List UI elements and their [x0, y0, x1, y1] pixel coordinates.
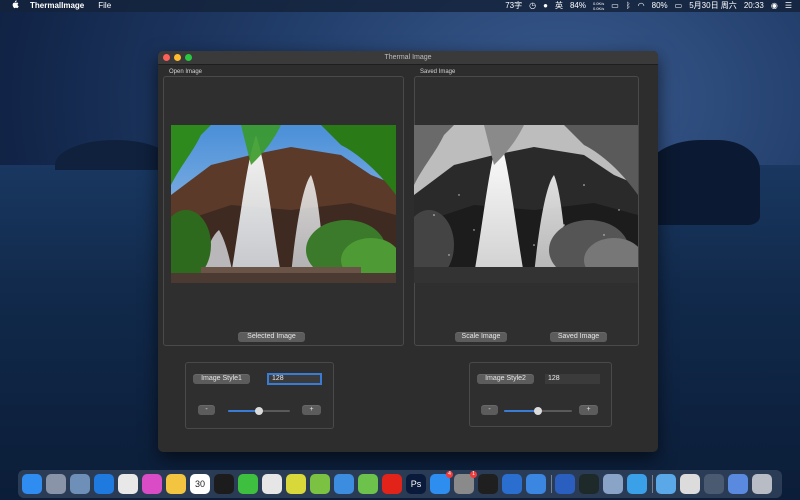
- scale-image-button[interactable]: Scale Image: [455, 332, 507, 342]
- screenshots-icon[interactable]: [704, 474, 724, 494]
- style1-slider[interactable]: [228, 407, 290, 415]
- style2-plus-button[interactable]: +: [579, 405, 598, 415]
- messages-icon[interactable]: [262, 474, 282, 494]
- file-menu[interactable]: File: [98, 0, 111, 12]
- status-area: 73字 ◷ ● 英 84% 0.0K/s 0.0K/s ▭ ᛒ ◠ 80% ▭ …: [505, 0, 792, 12]
- safari-icon[interactable]: [94, 474, 114, 494]
- apple-menu-icon[interactable]: [10, 0, 20, 13]
- system-preferences-icon[interactable]: 1: [454, 471, 477, 494]
- thermal-app-icon[interactable]: [502, 474, 522, 494]
- photos-icon[interactable]: [166, 474, 186, 494]
- vpn-icon[interactable]: [555, 474, 575, 494]
- window-title: Thermal Image: [384, 54, 432, 61]
- window-titlebar[interactable]: Thermal Image: [158, 51, 658, 65]
- thermal-image-icon[interactable]: [627, 474, 647, 494]
- bluetooth-status-icon[interactable]: ᛒ: [626, 0, 631, 12]
- app-store-icon[interactable]: 4: [430, 471, 453, 494]
- style2-slider-knob[interactable]: [534, 407, 542, 415]
- saved-image-label: Saved Image: [420, 69, 456, 75]
- style2-minus-button[interactable]: -: [481, 405, 498, 415]
- activity-monitor-icon[interactable]: [579, 474, 599, 494]
- android-icon[interactable]: [310, 474, 330, 494]
- pencil-icon[interactable]: [286, 474, 306, 494]
- menubar-time[interactable]: 20:33: [744, 0, 764, 12]
- volume-level[interactable]: 80%: [652, 0, 668, 12]
- style1-minus-button[interactable]: -: [198, 405, 215, 415]
- thermal-image-window: Thermal Image Open Image Selected Image …: [158, 51, 658, 452]
- notification-badge: 1: [470, 471, 477, 478]
- menubar-date[interactable]: 5月30日 周六: [689, 0, 737, 12]
- color-wheel-icon[interactable]: [142, 474, 162, 494]
- chrome-icon[interactable]: [118, 474, 138, 494]
- wifi-icon[interactable]: ◠: [638, 0, 645, 12]
- desktop-island-left: [55, 140, 175, 170]
- menu-bar: ThermalImage File 73字 ◷ ● 英 84% 0.0K/s 0…: [0, 0, 800, 12]
- desktop-island-right: [640, 140, 760, 225]
- photoshop-icon[interactable]: Ps: [406, 474, 426, 494]
- dock: 30 Ps 4 1: [18, 470, 782, 498]
- network-speed[interactable]: 0.0K/s 0.0K/s: [593, 1, 604, 11]
- style2-value-field[interactable]: 128: [545, 374, 600, 384]
- folder-icon[interactable]: [656, 474, 676, 494]
- battery-icon[interactable]: ▭: [675, 0, 683, 12]
- dock-separator: [551, 475, 552, 493]
- wechat-icon[interactable]: [238, 474, 258, 494]
- settings-gear-icon[interactable]: [526, 474, 546, 494]
- app-menu[interactable]: ThermalImage: [30, 0, 84, 12]
- dock-separator: [652, 475, 653, 493]
- preview-icon[interactable]: [70, 474, 90, 494]
- notification-center-icon[interactable]: ☰: [785, 0, 792, 12]
- clock-status-icon[interactable]: ◷: [529, 0, 536, 12]
- image-style2-button[interactable]: Image Style2: [477, 374, 534, 384]
- notes-icon[interactable]: [358, 474, 378, 494]
- battery-level[interactable]: 84%: [570, 0, 586, 12]
- trash-icon[interactable]: [752, 474, 772, 494]
- mic-status-icon[interactable]: ●: [543, 0, 548, 12]
- image-style2-group: [469, 362, 612, 427]
- launchpad-icon[interactable]: [46, 474, 66, 494]
- image-style1-button[interactable]: Image Style1: [193, 374, 250, 384]
- calendar-icon-text: 30: [194, 479, 205, 489]
- calendar-icon[interactable]: 30: [190, 474, 210, 494]
- style1-slider-knob[interactable]: [255, 407, 263, 415]
- image-viewer-icon[interactable]: [603, 474, 623, 494]
- selected-image-button[interactable]: Selected Image: [238, 332, 305, 342]
- open-image-label: Open Image: [169, 69, 203, 75]
- saved-image-button[interactable]: Saved Image: [550, 332, 607, 342]
- photoshop-icon-text: Ps: [410, 479, 422, 489]
- user-status-icon[interactable]: ◉: [771, 0, 778, 12]
- style2-slider-fill: [504, 410, 538, 412]
- qq-icon[interactable]: [214, 474, 234, 494]
- style1-plus-button[interactable]: +: [302, 405, 321, 415]
- style2-slider[interactable]: [504, 407, 572, 415]
- notification-badge: 4: [446, 471, 453, 478]
- style1-value-field[interactable]: 128: [267, 373, 322, 385]
- input-count[interactable]: 73字: [505, 0, 522, 12]
- document-icon[interactable]: [680, 474, 700, 494]
- finder-icon[interactable]: [22, 474, 42, 494]
- input-method[interactable]: 英: [555, 0, 563, 12]
- processed-image: [414, 125, 638, 283]
- original-image: [171, 125, 396, 283]
- xcode-icon[interactable]: [334, 474, 354, 494]
- terminal-icon[interactable]: [478, 474, 498, 494]
- youdao-icon[interactable]: [382, 474, 402, 494]
- network-down: 0.0K/s: [592, 6, 605, 11]
- display-status-icon[interactable]: ▭: [611, 0, 619, 12]
- downloads-icon[interactable]: [728, 474, 748, 494]
